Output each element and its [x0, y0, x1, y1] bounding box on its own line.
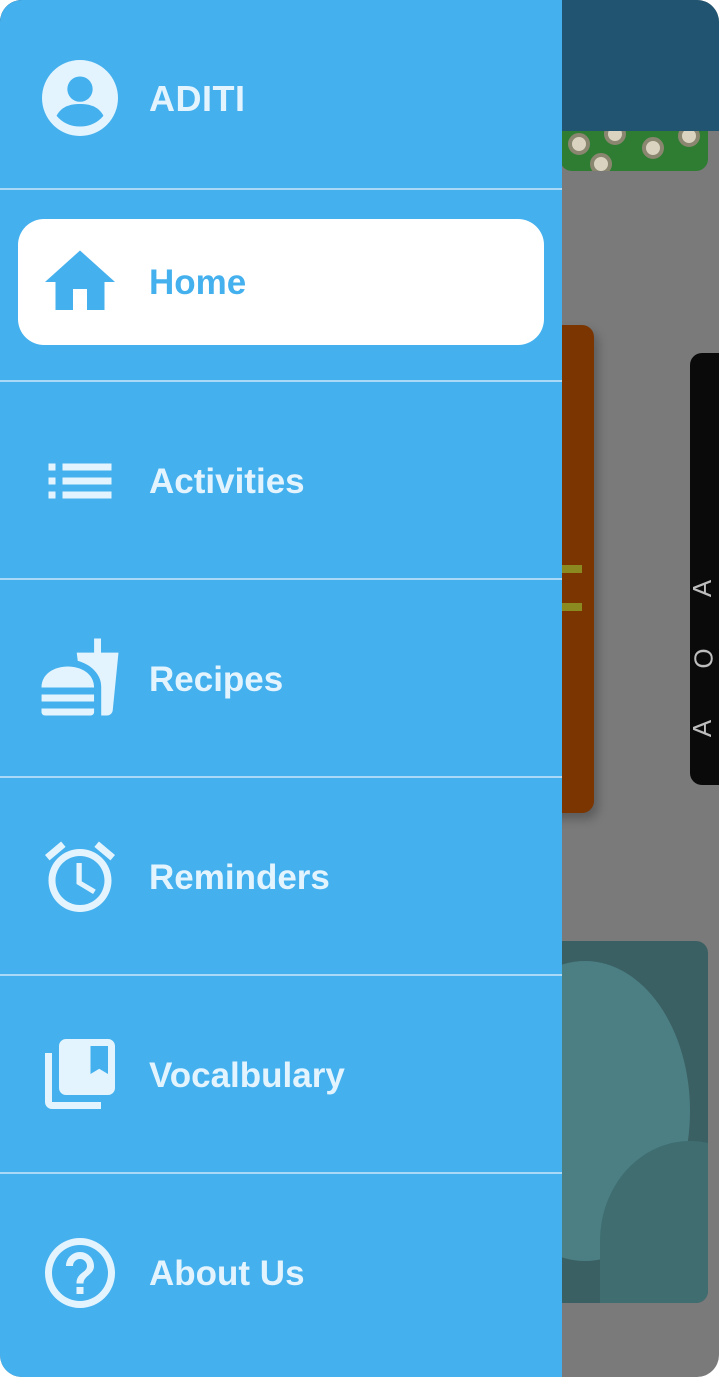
nav-item-recipes[interactable]: Recipes: [0, 580, 562, 776]
nav-item-activities[interactable]: Activities: [0, 382, 562, 578]
nav-item-label: About Us: [149, 1254, 305, 1293]
library-books-icon: [45, 1039, 115, 1109]
list-icon: [48, 463, 112, 499]
background-card[interactable]: A O A: [687, 353, 719, 785]
drawer-header: ADITI: [0, 0, 562, 189]
nav-item-reminders[interactable]: Reminders: [0, 778, 562, 974]
home-icon: [45, 250, 115, 310]
nav-item-home[interactable]: Home: [18, 219, 544, 345]
nav-item-label: Home: [149, 263, 247, 302]
nav-item-label: Activities: [149, 462, 305, 501]
nav-item-label: Vocalbulary: [149, 1056, 345, 1095]
navigation-drawer: ADITI Home Activities Recipes Reminders …: [0, 0, 562, 1377]
account-circle-icon: [42, 60, 118, 136]
nav-item-about-us[interactable]: About Us: [0, 1174, 562, 1370]
alarm-icon: [45, 841, 115, 912]
nav-item-vocabulary[interactable]: Vocalbulary: [0, 976, 562, 1172]
app-screen: A O A ADITI Home Activities Recipes Remi…: [0, 0, 719, 1377]
fastfood-icon: [41, 638, 119, 716]
divider: [0, 188, 562, 190]
nav-item-label: Reminders: [149, 858, 330, 897]
nav-item-label: Recipes: [149, 660, 284, 699]
help-circle-icon: [45, 1238, 115, 1308]
user-name: ADITI: [149, 78, 246, 119]
background-flower-banner: [560, 131, 708, 171]
